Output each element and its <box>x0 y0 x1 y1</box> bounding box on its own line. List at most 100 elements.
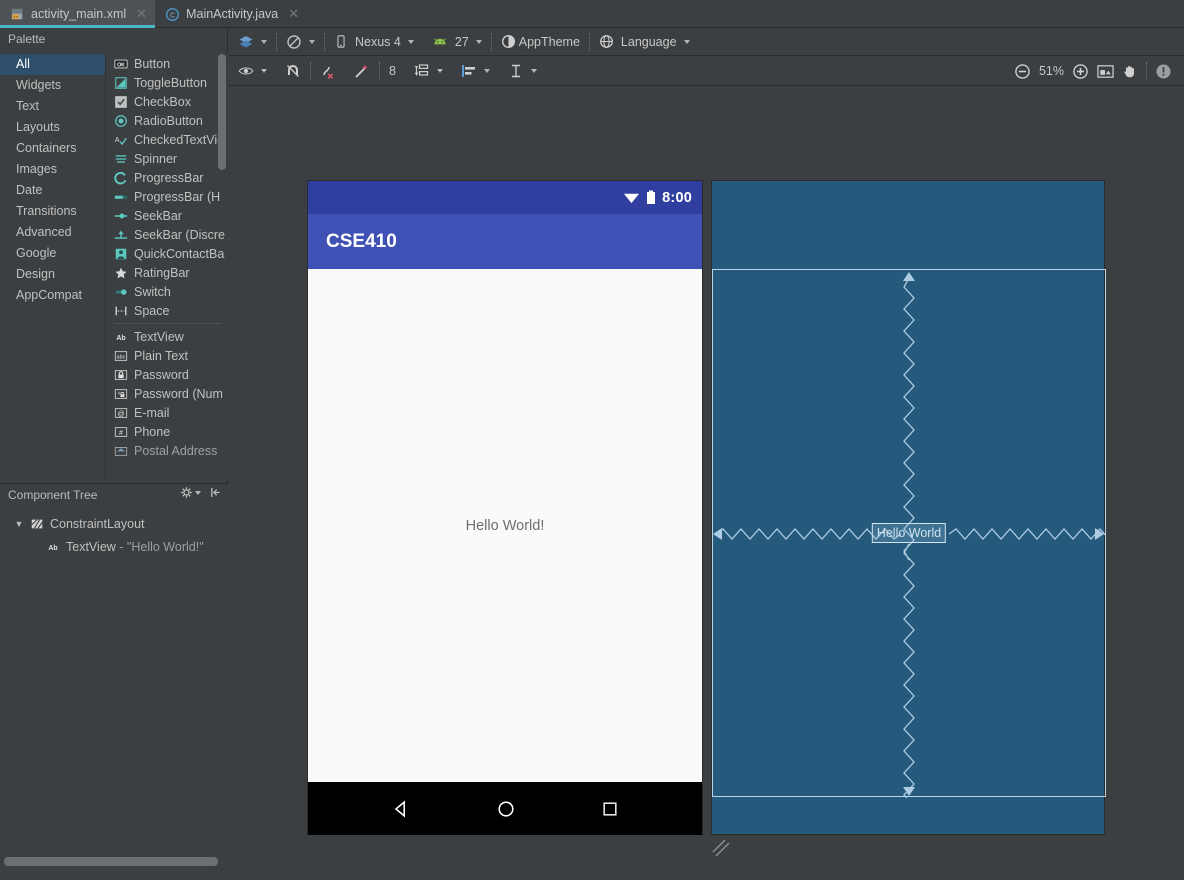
chevron-down-icon[interactable] <box>476 40 482 44</box>
api-selector[interactable]: 27 <box>423 32 491 52</box>
constraintlayout-icon <box>30 517 44 531</box>
design-mode-icon[interactable] <box>238 34 254 50</box>
progressbar-horizontal-icon <box>114 190 128 204</box>
palette-item-togglebutton[interactable]: ToggleButton <box>106 73 228 92</box>
palette-item-textview[interactable]: Ab TextView <box>106 327 228 346</box>
blueprint-preview[interactable]: Hello World <box>711 180 1105 835</box>
baseline-icon[interactable] <box>508 63 524 79</box>
palette-item-spinner[interactable]: Spinner <box>106 149 228 168</box>
tree-node-label: ConstraintLayout <box>50 517 145 531</box>
tree-node-constraintlayout[interactable]: ▼ ConstraintLayout <box>0 512 228 535</box>
pan-hand-icon[interactable] <box>1122 63 1138 79</box>
component-tree-horizontal-scrollbar[interactable] <box>4 857 218 866</box>
palette-item-button[interactable]: OK Button <box>106 54 228 73</box>
item-label: QuickContactBa <box>134 247 224 261</box>
align-icon[interactable] <box>461 63 477 79</box>
palette-item-progressbar[interactable]: ProgressBar <box>106 168 228 187</box>
design-mode-group <box>229 32 276 52</box>
palette-category-advanced[interactable]: Advanced <box>0 222 105 243</box>
device-preview[interactable]: 8:00 CSE410 Hello World! <box>307 180 703 835</box>
blueprint-hello-world-widget[interactable]: Hello World <box>872 523 946 543</box>
chevron-down-icon[interactable] <box>309 40 315 44</box>
chevron-down-icon[interactable] <box>437 69 443 73</box>
chevron-down-icon[interactable] <box>195 491 201 495</box>
palette-item-seekbar-discrete[interactable]: SeekBar (Discre <box>106 225 228 244</box>
design-canvas[interactable]: 8:00 CSE410 Hello World! <box>229 86 1184 880</box>
palette-category-all[interactable]: All <box>0 54 105 75</box>
nav-home-icon[interactable] <box>495 798 517 820</box>
palette-item-space[interactable]: Space <box>106 301 228 320</box>
tree-node-detail: - "Hello World!" <box>116 540 204 554</box>
palette-item-ratingbar[interactable]: RatingBar <box>106 263 228 282</box>
tab-activity-main-xml[interactable]: <> activity_main.xml ✕ <box>0 0 155 28</box>
locale-selector[interactable]: Language <box>590 32 699 52</box>
svg-text:#: # <box>119 429 123 436</box>
zoom-out-icon[interactable] <box>1014 63 1031 80</box>
default-margin-group[interactable]: 8 <box>380 61 405 81</box>
orientation-icon[interactable] <box>286 34 302 50</box>
zoom-in-icon[interactable] <box>1072 63 1089 80</box>
palette-category-widgets[interactable]: Widgets <box>0 75 105 96</box>
palette-item-postal-address[interactable]: Postal Address <box>106 441 228 460</box>
palette-category-date[interactable]: Date <box>0 180 105 201</box>
svg-text:Ab: Ab <box>48 545 57 552</box>
palette-category-layouts[interactable]: Layouts <box>0 117 105 138</box>
palette-category-google[interactable]: Google <box>0 243 105 264</box>
item-label: RatingBar <box>134 266 190 280</box>
issues-warning-icon[interactable] <box>1155 63 1172 80</box>
android-studio-layout-editor: <> activity_main.xml ✕ C MainActivity.ja… <box>0 0 1184 880</box>
chevron-down-icon[interactable] <box>531 69 537 73</box>
wifi-icon <box>623 191 640 204</box>
palette-category-containers[interactable]: Containers <box>0 138 105 159</box>
tab-close-icon[interactable]: ✕ <box>136 6 147 22</box>
palette-item-checkbox[interactable]: CheckBox <box>106 92 228 111</box>
canvas-resize-handle-icon[interactable] <box>711 838 733 860</box>
default-margin-value: 8 <box>389 64 396 78</box>
gear-dropdown-icon[interactable] <box>180 486 193 499</box>
palette-item-phone[interactable]: # Phone <box>106 422 228 441</box>
tab-close-icon[interactable]: ✕ <box>288 6 299 22</box>
palette-item-progressbar-horizontal[interactable]: ProgressBar (H <box>106 187 228 206</box>
nav-recents-icon[interactable] <box>600 799 620 819</box>
palette-item-switch[interactable]: Switch <box>106 282 228 301</box>
palette-category-design[interactable]: Design <box>0 264 105 285</box>
palette-item-password-numeric[interactable]: # Password (Num <box>106 384 228 403</box>
infer-constraints-wand-icon[interactable] <box>354 63 370 79</box>
palette-item-seekbar[interactable]: SeekBar <box>106 206 228 225</box>
autoconnect-magnet-icon[interactable] <box>285 63 301 79</box>
tab-mainactivity-java[interactable]: C MainActivity.java ✕ <box>155 0 307 28</box>
chevron-down-icon[interactable] <box>261 69 267 73</box>
show-constraints-eye-icon[interactable] <box>238 63 254 79</box>
expand-twisty-icon[interactable]: ▼ <box>12 519 26 529</box>
palette-item-quickcontactbadge[interactable]: QuickContactBa <box>106 244 228 263</box>
palette-category-images[interactable]: Images <box>0 159 105 180</box>
tree-node-textview[interactable]: Ab TextView - "Hello World!" <box>0 535 228 558</box>
device-selector[interactable]: Nexus 4 <box>325 32 423 52</box>
theme-selector[interactable]: AppTheme <box>492 32 589 52</box>
palette-item-plain-text[interactable]: abc Plain Text <box>106 346 228 365</box>
palette-category-text[interactable]: Text <box>0 96 105 117</box>
zoom-to-fit-icon[interactable] <box>1097 64 1114 79</box>
hello-world-textview[interactable]: Hello World! <box>466 518 545 534</box>
chevron-down-icon[interactable] <box>408 40 414 44</box>
palette-item-email[interactable]: @ E-mail <box>106 403 228 422</box>
palette-item-password[interactable]: Password <box>106 365 228 384</box>
palette-vertical-scrollbar[interactable] <box>218 54 226 170</box>
orientation-group <box>277 32 324 52</box>
component-tree-header: Component Tree <box>0 484 228 506</box>
palette-item-checkedtextview[interactable]: A CheckedTextVie <box>106 130 228 149</box>
item-label: Plain Text <box>134 349 188 363</box>
clear-constraints-icon[interactable] <box>320 63 336 79</box>
chevron-down-icon[interactable] <box>261 40 267 44</box>
palette-item-radiobutton[interactable]: RadioButton <box>106 111 228 130</box>
blueprint-constraintlayout-root[interactable]: Hello World <box>712 269 1106 797</box>
palette-category-transitions[interactable]: Transitions <box>0 201 105 222</box>
device-content-area[interactable]: Hello World! <box>308 269 702 782</box>
design-surface: Nexus 4 27 AppTheme <box>229 28 1184 880</box>
chevron-down-icon[interactable] <box>484 69 490 73</box>
guidelines-icon[interactable] <box>414 63 430 79</box>
collapse-all-icon[interactable] <box>209 486 222 499</box>
nav-back-icon[interactable] <box>390 798 412 820</box>
palette-category-appcompat[interactable]: AppCompat <box>0 285 105 306</box>
chevron-down-icon[interactable] <box>684 40 690 44</box>
